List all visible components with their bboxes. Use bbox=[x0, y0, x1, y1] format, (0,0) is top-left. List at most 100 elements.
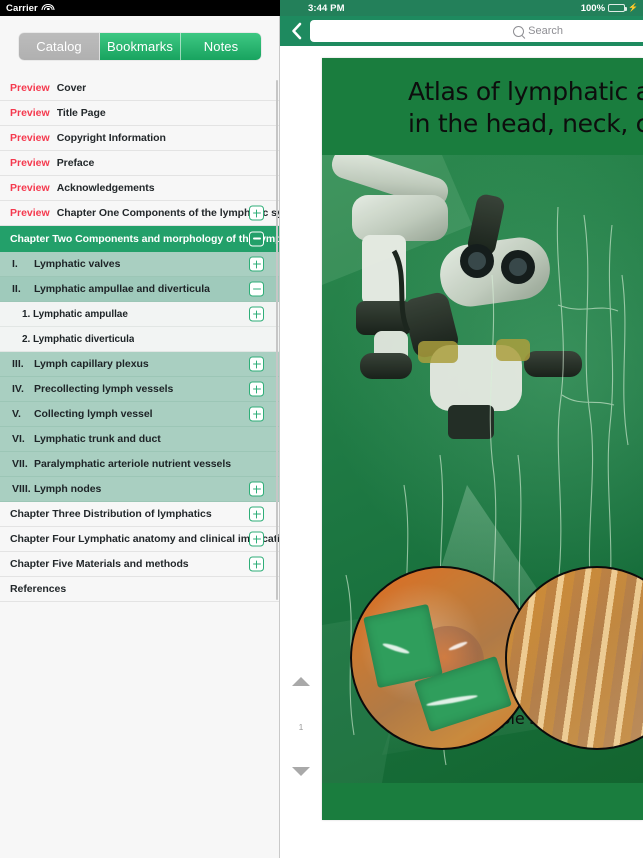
toc-row[interactable]: II. Lymphatic ampullae and diverticula bbox=[0, 277, 280, 302]
sidebar-scrollbar[interactable] bbox=[275, 80, 278, 600]
toc-row-label: Chapter Two Components and morphology of… bbox=[10, 232, 280, 245]
toc-row[interactable]: III. Lymph capillary plexus bbox=[0, 352, 280, 377]
expand-plus-button[interactable] bbox=[249, 481, 264, 497]
toc-row-label: Lymph nodes bbox=[34, 483, 102, 495]
book-cover-art: Atlas of lymphatic anatomy in the head, … bbox=[322, 58, 643, 820]
toc-roman-numeral: I. bbox=[12, 258, 18, 270]
triangle-up-icon[interactable] bbox=[292, 677, 310, 686]
expand-plus-button[interactable] bbox=[249, 531, 264, 547]
microscope-photo: People’s Medical Publishing House bbox=[322, 155, 643, 783]
expand-plus-button[interactable] bbox=[249, 205, 264, 221]
catalog-panel: Carrier Catalog Bookmarks Notes Preview C… bbox=[0, 0, 280, 858]
toc-row[interactable]: References bbox=[0, 577, 280, 602]
collapse-minus-button[interactable] bbox=[249, 281, 264, 297]
back-chevron-icon[interactable] bbox=[286, 19, 308, 43]
expand-plus-button[interactable] bbox=[249, 356, 264, 372]
toc-row[interactable]: VII. Paralymphatic arteriole nutrient ves… bbox=[0, 452, 280, 477]
left-status-bar: Carrier bbox=[0, 0, 280, 16]
toc-row-label: Lymphatic ampullae and diverticula bbox=[34, 283, 210, 295]
toc-row[interactable]: 2. Lymphatic diverticula bbox=[0, 327, 280, 352]
book-cover-page[interactable]: Atlas of lymphatic anatomy in the head, … bbox=[322, 58, 643, 820]
toc-row[interactable]: IV. Precollecting lymph vessels bbox=[0, 377, 280, 402]
tab-notes[interactable]: Notes bbox=[181, 32, 261, 60]
toc-row-label: Preface bbox=[56, 157, 95, 169]
page-navigator: 1 bbox=[280, 46, 322, 858]
toc-row[interactable]: Preview Preface bbox=[0, 151, 280, 176]
toc-row-label: Paralymphatic arteriole nutrient vessels bbox=[34, 458, 232, 470]
toc-row-label: Collecting lymph vessel bbox=[34, 408, 153, 420]
toc-row-label: Chapter Three Distribution of lymphatics bbox=[10, 508, 212, 520]
toc-row[interactable]: Preview Copyright Information bbox=[0, 126, 280, 151]
charging-bolt-icon: ⚡ bbox=[628, 3, 638, 12]
toc-row[interactable]: VI. Lymphatic trunk and duct bbox=[0, 427, 280, 452]
toc-row-label: Precollecting lymph vessels bbox=[34, 383, 174, 395]
reader-body: 1 Atlas of lymphatic anatomy in the head… bbox=[280, 46, 643, 858]
right-status-bar: 3:44 PM 100% ⚡ bbox=[280, 0, 643, 16]
book-title-line1: Atlas of lymphatic anatomy bbox=[408, 77, 643, 106]
battery-percent-label: 100% bbox=[580, 2, 606, 14]
tab-bookmarks-label: Bookmarks bbox=[107, 38, 173, 54]
tab-catalog[interactable]: Catalog bbox=[19, 32, 100, 60]
search-input[interactable]: Search bbox=[310, 20, 643, 42]
toc-row[interactable]: Preview Chapter One Components of the lym… bbox=[0, 201, 280, 226]
toc-roman-numeral: V. bbox=[12, 408, 21, 420]
toc-row[interactable]: I. Lymphatic valves bbox=[0, 252, 280, 277]
preview-link[interactable]: Preview bbox=[10, 207, 50, 219]
book-title: Atlas of lymphatic anatomy in the head, … bbox=[322, 76, 643, 140]
expand-plus-button[interactable] bbox=[249, 256, 264, 272]
expand-plus-button[interactable] bbox=[249, 506, 264, 522]
toc-roman-numeral: VI. bbox=[12, 433, 25, 445]
segmented-control-wrap: Catalog Bookmarks Notes bbox=[0, 16, 280, 76]
toc-roman-numeral: VIII. bbox=[12, 483, 31, 495]
toc-row[interactable]: 1. Lymphatic ampullae bbox=[0, 302, 280, 327]
toc-roman-numeral: VII. bbox=[12, 458, 28, 470]
expand-plus-button[interactable] bbox=[249, 306, 264, 322]
battery-icon bbox=[608, 4, 628, 12]
toc-row-label: Title Page bbox=[56, 107, 106, 119]
preview-link[interactable]: Preview bbox=[10, 182, 50, 194]
toc-roman-numeral: IV. bbox=[12, 383, 24, 395]
preview-link[interactable]: Preview bbox=[10, 82, 50, 94]
app-screen: Carrier Catalog Bookmarks Notes Preview C… bbox=[0, 0, 643, 858]
clock-label: 3:44 PM bbox=[308, 2, 345, 14]
segmented-control[interactable]: Catalog Bookmarks Notes bbox=[19, 32, 261, 60]
toc-row-label: Chapter Four Lymphatic anatomy and clini… bbox=[10, 533, 280, 545]
preview-link[interactable]: Preview bbox=[10, 157, 50, 169]
preview-link[interactable]: Preview bbox=[10, 132, 50, 144]
book-title-line2: in the head, neck, chest and limbs bbox=[408, 109, 643, 138]
toc-row-label: Chapter One Components of the lymphatic … bbox=[56, 207, 280, 219]
toc-row-label: Lymph capillary plexus bbox=[34, 358, 149, 370]
tab-notes-label: Notes bbox=[203, 38, 239, 54]
carrier-label: Carrier bbox=[6, 2, 38, 14]
toc-row[interactable]: VIII. Lymph nodes bbox=[0, 477, 280, 502]
preview-link[interactable]: Preview bbox=[10, 107, 50, 119]
toc-row[interactable]: V. Collecting lymph vessel bbox=[0, 402, 280, 427]
toc-roman-numeral: III. bbox=[12, 358, 24, 370]
toc-row[interactable]: Preview Acknowledgements bbox=[0, 176, 280, 201]
toc-row[interactable]: Chapter Two Components and morphology of… bbox=[0, 226, 280, 252]
table-of-contents[interactable]: Preview Cover Preview Title Page Preview Copy… bbox=[0, 76, 280, 858]
search-placeholder-group: Search bbox=[513, 25, 563, 37]
expand-plus-button[interactable] bbox=[249, 406, 264, 422]
toc-roman-numeral: II. bbox=[12, 283, 21, 295]
triangle-down-icon[interactable] bbox=[292, 767, 310, 776]
toc-row-label: Cover bbox=[56, 82, 87, 94]
toc-row-label: References bbox=[10, 583, 67, 595]
expand-plus-button[interactable] bbox=[249, 556, 264, 572]
collapse-minus-button[interactable] bbox=[249, 231, 264, 246]
toc-row[interactable]: Chapter Four Lymphatic anatomy and clini… bbox=[0, 527, 280, 552]
status-right-group: 100% ⚡ bbox=[581, 3, 638, 14]
search-placeholder-label: Search bbox=[528, 25, 563, 37]
wifi-icon bbox=[41, 3, 55, 13]
toc-row[interactable]: Chapter Five Materials and methods bbox=[0, 552, 280, 577]
tab-bookmarks[interactable]: Bookmarks bbox=[100, 32, 181, 60]
expand-plus-button[interactable] bbox=[249, 381, 264, 397]
toc-row[interactable]: Chapter Three Distribution of lymphatics bbox=[0, 502, 280, 527]
toc-row[interactable]: Preview Cover bbox=[0, 76, 280, 101]
toc-row-label: Lymphatic trunk and duct bbox=[34, 433, 161, 445]
toc-row-label: 1. Lymphatic ampullae bbox=[22, 308, 128, 320]
reader-panel: 3:44 PM 100% ⚡ Search 1 Atlas of lymphat… bbox=[280, 0, 643, 858]
toc-row[interactable]: Preview Title Page bbox=[0, 101, 280, 126]
toc-row-label: Copyright Information bbox=[56, 132, 166, 144]
toc-row-label: Chapter Five Materials and methods bbox=[10, 558, 189, 570]
